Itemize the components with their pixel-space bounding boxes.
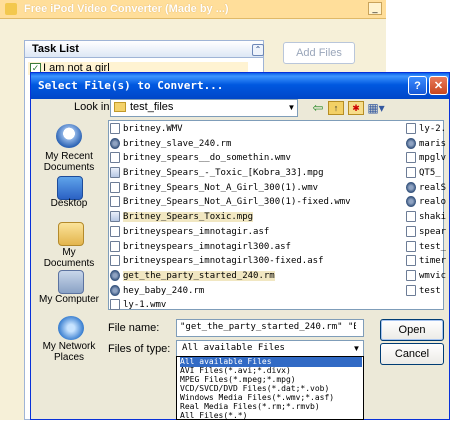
video-file-icon: [110, 196, 120, 208]
mpeg-file-icon: [110, 211, 120, 223]
file-item[interactable]: Britney_Spears_Not_A_Girl_300(1)-fixed.w…: [110, 195, 406, 210]
back-icon[interactable]: ⇦: [310, 100, 326, 116]
file-item[interactable]: spear: [406, 225, 446, 240]
file-name-value[interactable]: "get_the_party_started_240.rm" "Britney_…: [180, 322, 356, 332]
video-file-icon: [110, 240, 120, 252]
file-icon: [406, 284, 416, 296]
file-item[interactable]: britney.WMV: [110, 122, 406, 137]
file-item[interactable]: britney_spears__do_somethin.wmv: [110, 151, 406, 166]
recent-documents-icon[interactable]: [56, 124, 82, 148]
place-computer-label[interactable]: My Computer: [38, 294, 100, 305]
mpeg-file-icon: [110, 167, 120, 179]
file-item[interactable]: britneyspears_imnotagirl300.asf: [110, 240, 406, 255]
video-file-icon: [110, 225, 120, 237]
background-window-title: Free iPod Video Converter (Made by ...): [24, 3, 229, 15]
cancel-button[interactable]: Cancel: [380, 343, 444, 365]
file-list-column: britney.WMV britney_slave_240.rm britney…: [110, 122, 406, 313]
add-files-button[interactable]: Add Files: [283, 42, 355, 64]
files-of-type-label: Files of type:: [108, 343, 171, 355]
place-documents-label[interactable]: My Documents: [38, 247, 100, 269]
file-item[interactable]: Britney_Spears_Not_A_Girl_300(1).wmv: [110, 181, 406, 196]
file-icon: [406, 211, 416, 223]
close-button[interactable]: ✕: [429, 76, 448, 95]
desktop-icon[interactable]: [57, 176, 83, 200]
realmedia-file-icon: [110, 269, 120, 281]
folder-icon: [114, 102, 126, 112]
file-icon: [406, 255, 416, 267]
file-item[interactable]: QT5_: [406, 166, 446, 181]
open-button[interactable]: Open: [380, 319, 444, 341]
file-item[interactable]: mpglv: [406, 151, 446, 166]
chevron-down-icon[interactable]: ▼: [350, 341, 363, 357]
file-icon: [406, 152, 416, 164]
file-item-selected[interactable]: Britney_Spears_Toxic.mpg: [110, 210, 406, 225]
video-file-icon: [110, 299, 120, 311]
my-computer-icon[interactable]: [58, 270, 84, 294]
realmedia-file-icon: [110, 137, 120, 149]
file-item[interactable]: test_: [406, 240, 446, 255]
file-item[interactable]: Britney_Spears_-_Toxic_[Kobra_33].mpg: [110, 166, 406, 181]
file-list-column-2: ly-2. maris mpglv QT5_ realS realo shaki…: [406, 122, 446, 298]
file-item[interactable]: wmvic: [406, 269, 446, 284]
network-places-icon[interactable]: [58, 316, 84, 340]
file-icon: [406, 196, 416, 208]
file-item[interactable]: realo: [406, 195, 446, 210]
file-icon: [406, 181, 416, 193]
video-file-icon: [110, 152, 120, 164]
file-item[interactable]: hey_baby_240.rm: [110, 284, 406, 299]
place-recent-label[interactable]: My Recent Documents: [38, 151, 100, 173]
new-folder-icon[interactable]: ✱: [348, 101, 364, 115]
file-item[interactable]: maris: [406, 137, 446, 152]
video-file-icon: [110, 123, 120, 134]
realmedia-file-icon: [110, 284, 120, 296]
help-button[interactable]: ?: [408, 76, 427, 95]
file-item[interactable]: britney_slave_240.rm: [110, 137, 406, 152]
file-icon: [406, 123, 416, 134]
video-file-icon: [110, 255, 120, 267]
file-icon: [406, 225, 416, 237]
look-in-value: test_files: [130, 101, 174, 113]
up-folder-icon[interactable]: ↑: [328, 101, 344, 115]
file-item[interactable]: britneyspears_imnotagir.asf: [110, 225, 406, 240]
file-item[interactable]: realS: [406, 181, 446, 196]
place-network-label[interactable]: My Network Places: [38, 341, 100, 363]
place-desktop-label[interactable]: Desktop: [38, 198, 100, 209]
task-list-title: Task List: [32, 43, 79, 55]
files-of-type-value[interactable]: All available Files: [182, 343, 285, 353]
file-item[interactable]: timer: [406, 254, 446, 269]
dialog-title: Select File(s) to Convert...: [38, 79, 224, 92]
minimize-button[interactable]: _: [368, 2, 382, 15]
file-name-label: File name:: [108, 322, 160, 334]
file-icon: [406, 167, 416, 179]
file-item[interactable]: test: [406, 284, 446, 299]
file-icon: [406, 240, 416, 252]
file-item[interactable]: ly-1.wmv: [110, 298, 406, 313]
collapse-icon[interactable]: ⌃: [252, 44, 264, 56]
file-item[interactable]: britneyspears_imnotagirl300-fixed.asf: [110, 254, 406, 269]
file-icon: [406, 137, 416, 149]
file-item[interactable]: shaki: [406, 210, 446, 225]
chevron-down-icon[interactable]: ▼: [286, 100, 297, 116]
file-item-selected[interactable]: get_the_party_started_240.rm: [110, 269, 406, 284]
file-icon: [406, 269, 416, 281]
my-documents-icon[interactable]: [58, 222, 84, 246]
file-item[interactable]: ly-2.: [406, 122, 446, 137]
video-file-icon: [110, 181, 120, 193]
views-menu-icon[interactable]: ▦▾: [366, 100, 386, 116]
app-icon: [5, 3, 17, 15]
look-in-label: Look in:: [74, 101, 113, 113]
